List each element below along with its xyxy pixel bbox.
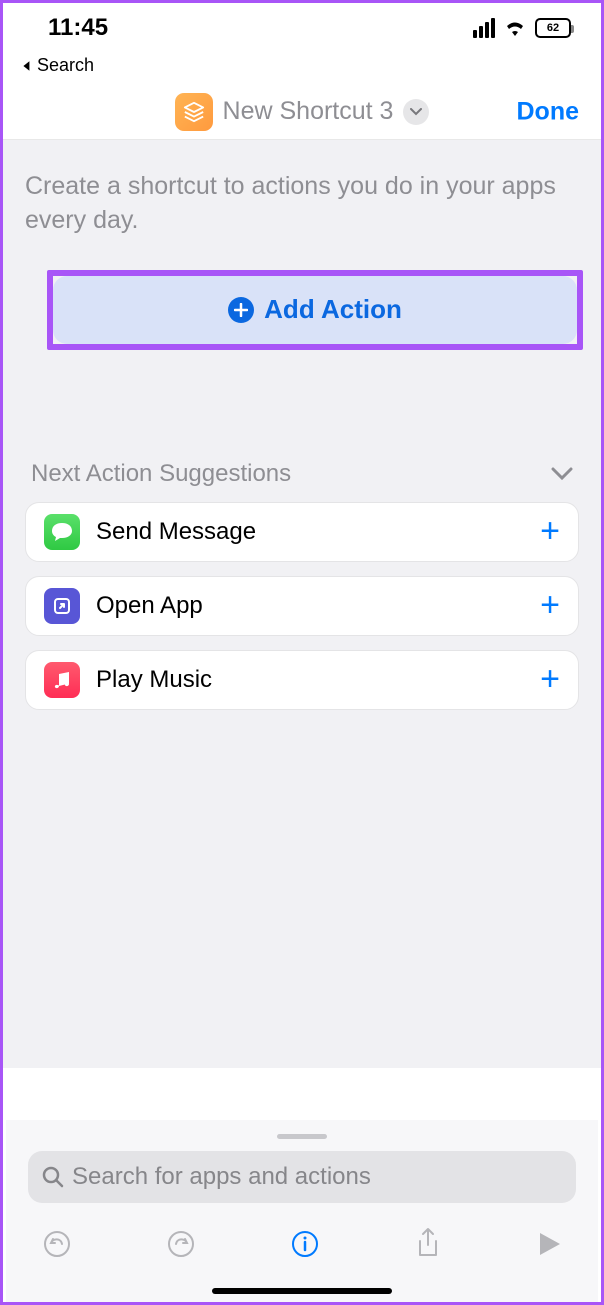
play-button[interactable] <box>536 1231 562 1262</box>
add-suggestion-icon[interactable]: + <box>540 512 560 551</box>
suggestion-label: Open App <box>96 592 524 620</box>
home-indicator[interactable] <box>212 1288 392 1294</box>
chevron-down-icon <box>410 108 422 116</box>
bottom-toolbar <box>28 1203 576 1284</box>
intro-text: Create a shortcut to actions you do in y… <box>25 170 579 238</box>
cellular-icon <box>473 18 495 38</box>
suggestions-header[interactable]: Next Action Suggestions <box>25 460 579 488</box>
suggestion-play-music[interactable]: Play Music + <box>25 650 579 710</box>
main-content: Create a shortcut to actions you do in y… <box>3 140 601 1068</box>
wifi-icon <box>503 18 527 38</box>
status-bar: 11:45 62 <box>3 3 601 53</box>
search-input[interactable]: Search for apps and actions <box>28 1151 576 1203</box>
suggestions-title: Next Action Suggestions <box>31 460 291 488</box>
add-action-label: Add Action <box>264 294 402 325</box>
undo-button[interactable] <box>42 1229 72 1264</box>
add-suggestion-icon[interactable]: + <box>540 660 560 699</box>
suggestion-label: Play Music <box>96 666 524 694</box>
battery-icon: 62 <box>535 18 571 38</box>
bottom-panel: Search for apps and actions <box>6 1120 598 1302</box>
chevron-down-icon <box>551 467 573 481</box>
shortcut-app-icon <box>175 93 213 131</box>
nav-header: New Shortcut 3 Done <box>3 84 601 140</box>
drag-handle[interactable] <box>277 1134 327 1139</box>
status-time: 11:45 <box>48 14 108 42</box>
suggestion-label: Send Message <box>96 518 524 546</box>
title-dropdown[interactable] <box>403 99 429 125</box>
info-button[interactable] <box>290 1229 320 1264</box>
suggestion-send-message[interactable]: Send Message + <box>25 502 579 562</box>
music-icon <box>44 662 80 698</box>
status-indicators: 62 <box>473 18 571 38</box>
plus-circle-icon <box>228 297 254 323</box>
search-icon <box>42 1166 64 1188</box>
share-button[interactable] <box>414 1227 442 1266</box>
add-suggestion-icon[interactable]: + <box>540 586 560 625</box>
back-to-search[interactable]: Search <box>3 53 601 84</box>
add-action-highlight: Add Action <box>47 270 583 350</box>
open-app-icon <box>44 588 80 624</box>
add-action-button[interactable]: Add Action <box>53 276 577 344</box>
back-label: Search <box>37 55 94 76</box>
done-button[interactable]: Done <box>517 97 580 126</box>
suggestion-open-app[interactable]: Open App + <box>25 576 579 636</box>
redo-button[interactable] <box>166 1229 196 1264</box>
shortcut-title[interactable]: New Shortcut 3 <box>223 97 394 126</box>
messages-icon <box>44 514 80 550</box>
search-placeholder: Search for apps and actions <box>72 1163 371 1191</box>
